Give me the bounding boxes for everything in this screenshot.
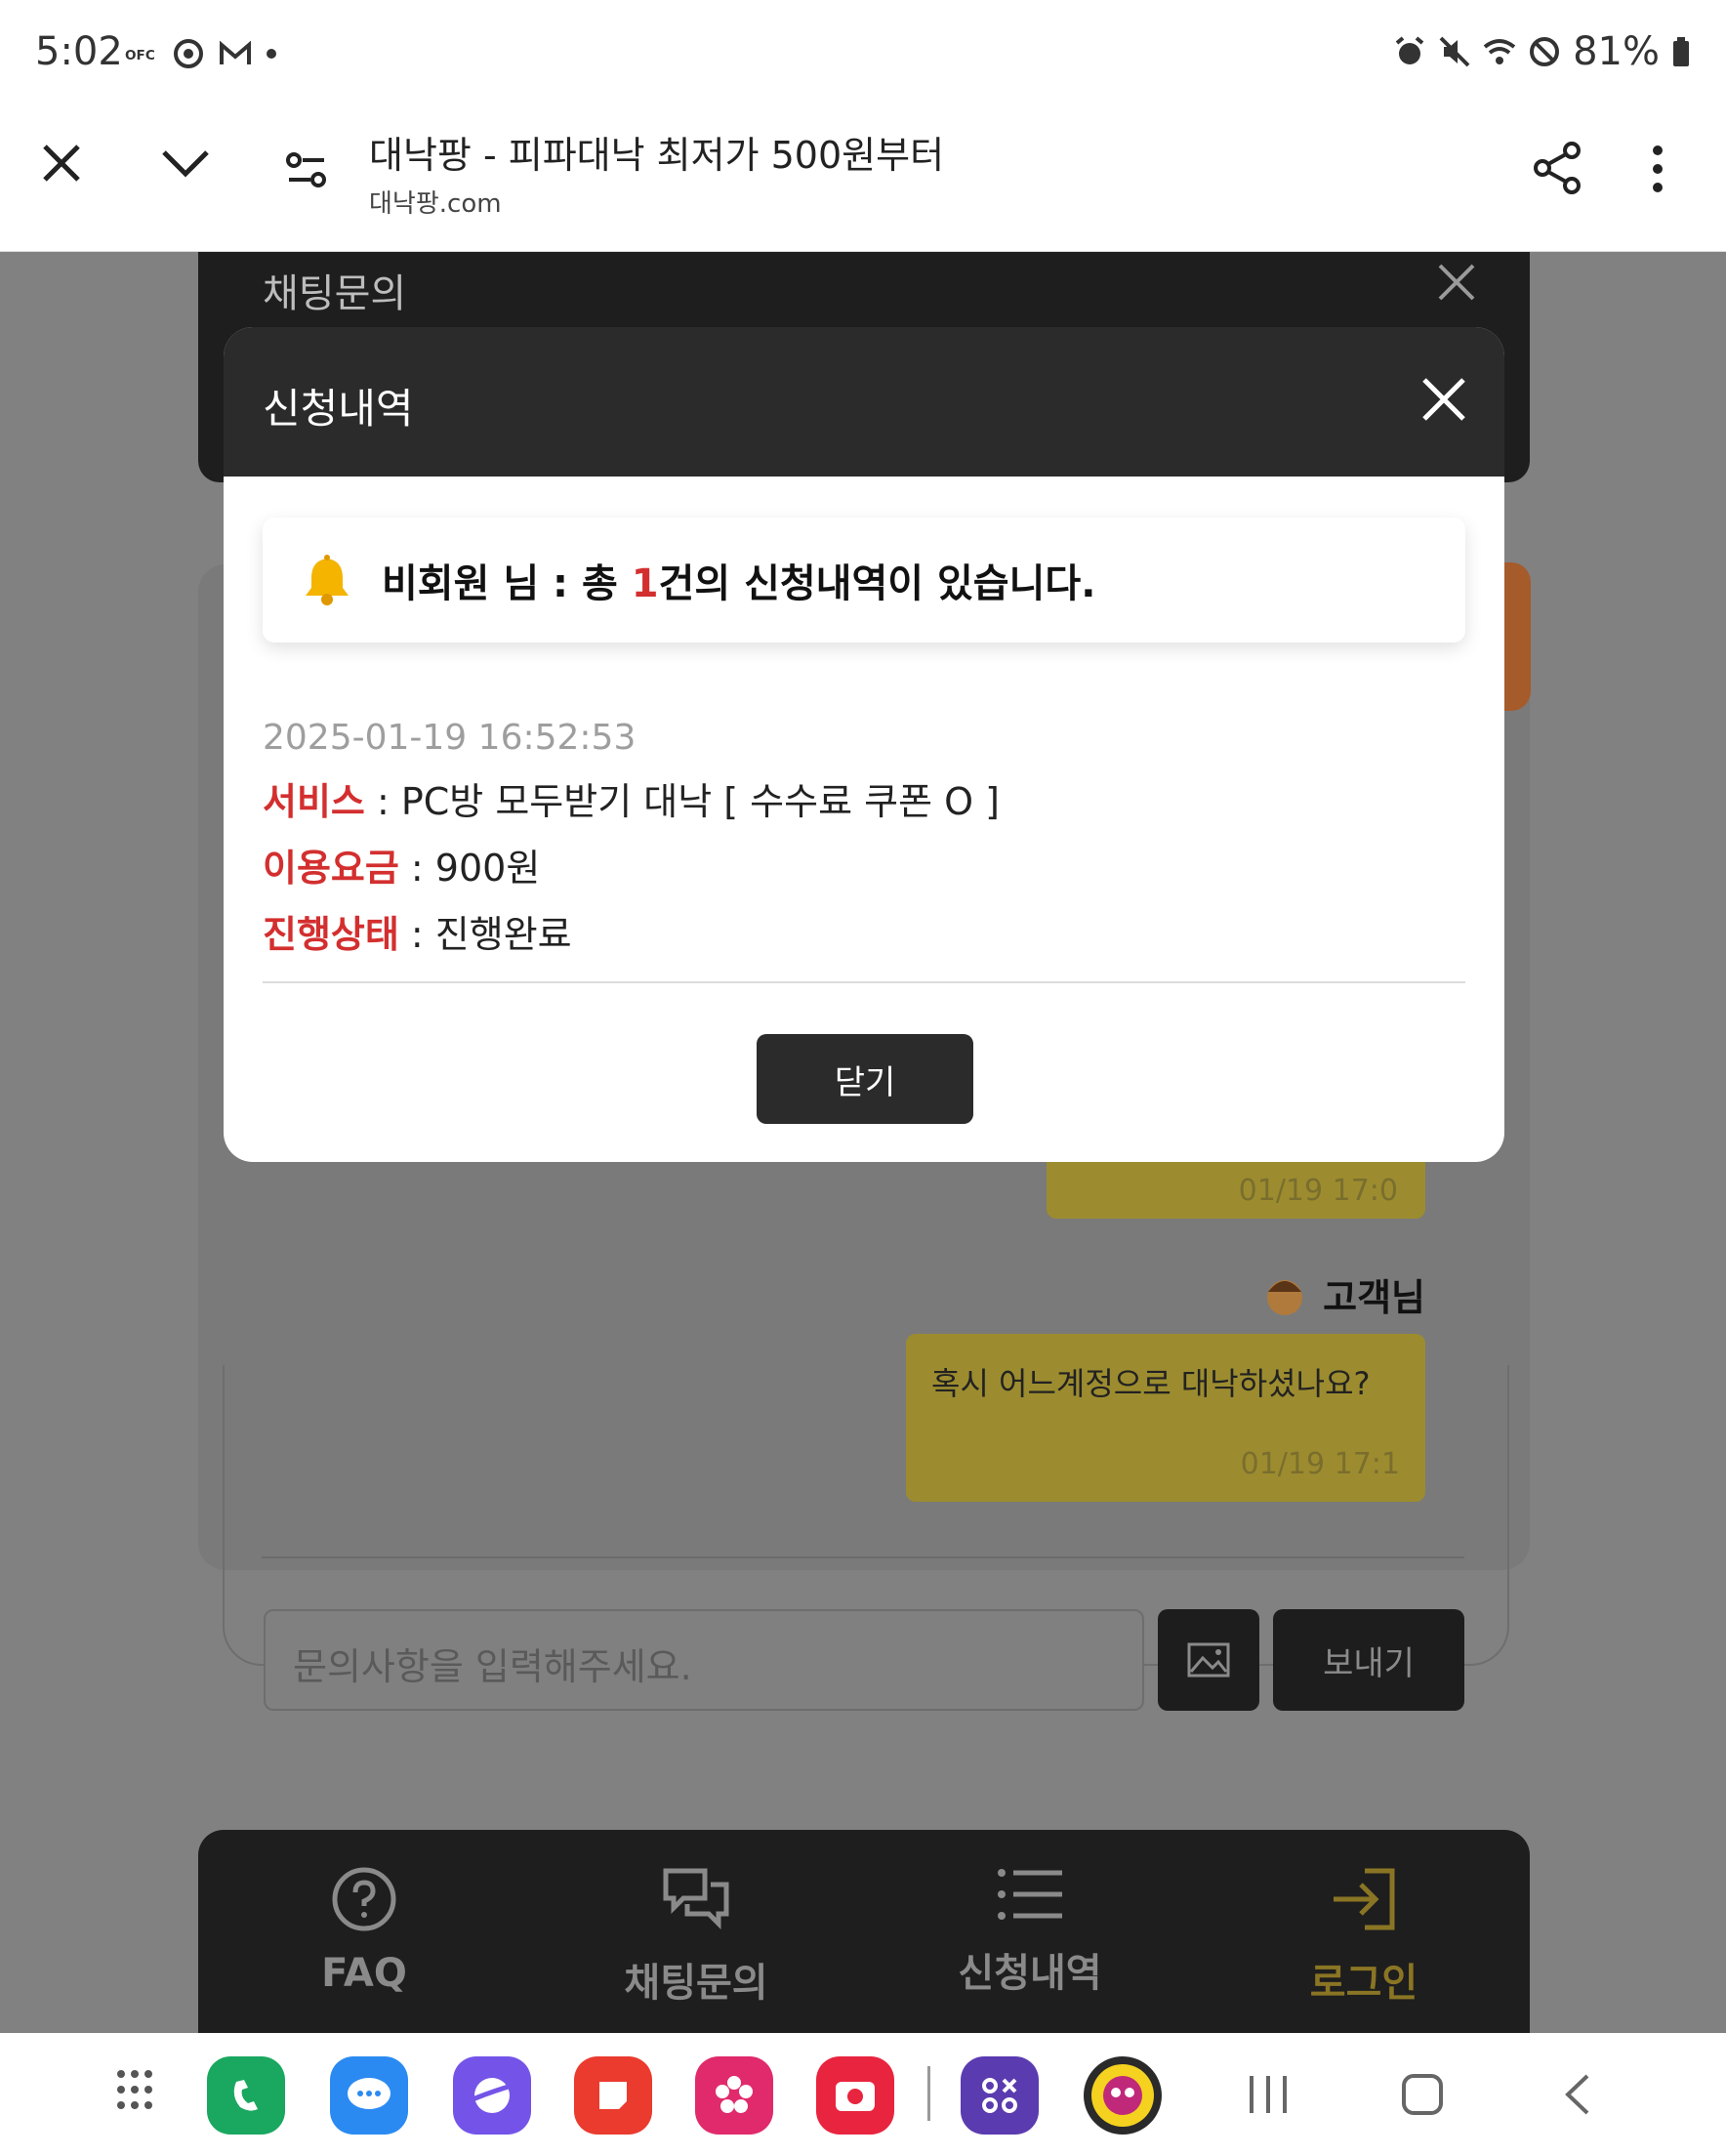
notice-box: 비회원 님 : 총 1건의 신청내역이 있습니다. <box>263 518 1465 643</box>
notice-prefix: 비회원 님 : 총 <box>382 561 632 606</box>
close-tab-icon[interactable] <box>37 139 86 187</box>
chat-bubble-previous: 01/19 17:0 <box>1047 1158 1425 1219</box>
nav-login[interactable]: 로그인 <box>1247 1865 1481 2008</box>
messages-app-icon[interactable] <box>330 2056 408 2135</box>
history-modal: 신청내역 비회원 님 : 총 1건의 신청내역이 있습니다. 2025-01-1… <box>224 327 1504 1162</box>
order-service-value: : PC방 모두받기 대낙 [ 수수료 쿠폰 O ] <box>364 780 1000 823</box>
status-time: 5:02 <box>35 29 123 74</box>
browser-toolbar: 대낙팡 - 피파대낙 최저가 500원부터 대낙팡.com <box>0 109 1726 252</box>
nav-history[interactable]: 신청내역 <box>913 1865 1147 1998</box>
divider <box>263 981 1465 983</box>
chat-message-input[interactable]: 문의사항을 입력해주세요. <box>264 1609 1144 1711</box>
notes-app-icon[interactable] <box>574 2056 652 2135</box>
android-taskbar <box>0 2033 1726 2156</box>
notice-suffix: 건의 신청내역이 있습니다. <box>658 561 1096 606</box>
notice-count: 1 <box>631 561 659 606</box>
close-icon[interactable] <box>1418 374 1469 425</box>
chat-bubble-time: 01/19 17:0 <box>1238 1174 1398 1208</box>
modal-header: 신청내역 <box>224 327 1504 477</box>
battery-icon <box>1673 37 1689 66</box>
order-fee-value: : 900원 <box>398 847 541 890</box>
customer-header: 고객님 <box>1260 1267 1425 1321</box>
order-datetime: 2025-01-19 16:52:53 <box>263 718 637 758</box>
chevron-down-icon[interactable] <box>158 143 213 182</box>
order-status: 진행상태 : 진행완료 <box>263 904 572 958</box>
nav-label: 로그인 <box>1309 1961 1418 2006</box>
page-url[interactable]: 대낙팡.com <box>369 184 502 220</box>
customer-name: 고객님 <box>1323 1276 1425 1319</box>
nav-faq[interactable]: FAQ <box>247 1865 481 1996</box>
page-title: 대낙팡 - 피파대낙 최저가 500원부터 <box>369 134 945 177</box>
status-bar: 5:02 OFC 81% <box>0 0 1726 109</box>
mute-icon <box>1439 36 1470 67</box>
status-indicators: 81% <box>1393 29 1691 74</box>
all-apps-icon[interactable] <box>115 2068 164 2117</box>
camera-app-icon[interactable] <box>816 2056 894 2135</box>
bottom-navigation: FAQ 채팅문의 신청내역 로그인 <box>198 1830 1530 2035</box>
more-options-icon[interactable] <box>1648 145 1667 193</box>
chat-window-title: 채팅문의 <box>263 271 407 316</box>
chat-bubbles-icon <box>663 1868 729 1930</box>
order-status-value: : 진행완료 <box>398 913 572 956</box>
notice-text: 비회원 님 : 총 1건의 신청내역이 있습니다. <box>382 552 1095 608</box>
order-status-label: 진행상태 <box>263 913 399 956</box>
gallery-app-icon[interactable] <box>695 2056 773 2135</box>
banner-image <box>1503 562 1531 711</box>
site-settings-icon[interactable] <box>285 148 328 191</box>
home-icon[interactable] <box>1400 2072 1445 2117</box>
order-service: 서비스 : PC방 모두받기 대낙 [ 수수료 쿠폰 O ] <box>263 771 1000 825</box>
apps-folder-icon[interactable] <box>961 2056 1039 2135</box>
back-icon[interactable] <box>1560 2072 1593 2117</box>
recent-apps-icon[interactable] <box>1246 2072 1291 2117</box>
modal-title: 신청내역 <box>263 385 414 433</box>
help-circle-icon <box>332 1867 396 1931</box>
battery-percent: 81% <box>1573 29 1660 74</box>
wifi-icon <box>1483 39 1516 64</box>
svg-text:OFC: OFC <box>125 48 155 63</box>
order-fee-label: 이용요금 <box>263 847 399 890</box>
nav-label: FAQ <box>321 1951 407 1996</box>
close-button[interactable]: 닫기 <box>757 1034 973 1124</box>
phone-app-icon[interactable] <box>207 2056 285 2135</box>
customer-avatar-icon <box>1267 1279 1303 1315</box>
browser-app-icon[interactable] <box>453 2056 531 2135</box>
share-icon[interactable] <box>1529 139 1587 197</box>
sync-icon <box>174 39 203 68</box>
game-app-icon[interactable] <box>1084 2056 1162 2135</box>
send-button[interactable]: 보내기 <box>1273 1609 1464 1711</box>
divider <box>927 2066 930 2121</box>
alarm-icon <box>1395 36 1424 64</box>
order-service-label: 서비스 <box>263 780 365 823</box>
dot-icon <box>267 49 276 59</box>
notification-icons: OFC <box>125 37 277 70</box>
divider <box>262 1556 1464 1558</box>
nav-label: 신청내역 <box>958 1951 1102 1996</box>
chat-close-icon[interactable] <box>1432 258 1481 307</box>
app-notification-icon: OFC <box>125 48 155 63</box>
order-fee: 이용요금 : 900원 <box>263 838 540 891</box>
do-not-disturb-icon <box>1530 37 1560 66</box>
bell-icon <box>306 555 349 605</box>
nav-chat[interactable]: 채팅문의 <box>579 1865 813 2008</box>
list-icon <box>998 1869 1062 1920</box>
nav-label: 채팅문의 <box>624 1961 768 2006</box>
attach-image-button[interactable] <box>1158 1609 1259 1711</box>
gmail-icon <box>220 40 251 64</box>
image-icon <box>1187 1642 1230 1678</box>
login-icon <box>1334 1868 1395 1930</box>
